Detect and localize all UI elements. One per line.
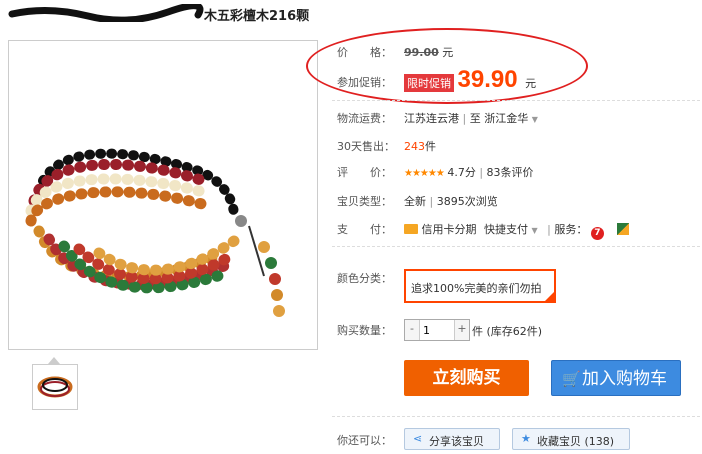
sales-label: 30天售出： — [337, 140, 395, 153]
product-main-image[interactable] — [8, 40, 318, 350]
stock-info: 件 (库存62件) — [472, 323, 542, 339]
view-count: 3895次浏览 — [436, 195, 498, 208]
consumer-guarantee-icon[interactable] — [617, 223, 630, 235]
thumbnail-pointer — [48, 357, 60, 364]
rating-info: ★★★★★ 4.7分 | 83条评价 — [404, 166, 534, 179]
promo-price-group: 限时促销 39.90 元 — [404, 66, 536, 94]
share-label: 分享该宝贝 — [429, 435, 484, 448]
sales-unit: 件 — [425, 140, 436, 153]
original-price-group: 99.00 元 — [404, 44, 453, 60]
share-icon: ⋖ — [413, 432, 423, 445]
shipping-label: 物流运费： — [337, 112, 392, 125]
quantity-input[interactable] — [420, 321, 454, 339]
quantity-label: 购买数量： — [337, 324, 392, 337]
add-to-cart-button[interactable]: 🛒 加入购物车 — [551, 360, 681, 396]
buy-now-button[interactable]: 立刻购买 — [404, 360, 529, 396]
type-label: 宝贝类型： — [337, 195, 392, 208]
divider — [332, 416, 700, 417]
color-label: 颜色分类： — [337, 272, 392, 285]
product-title: 木五彩檀木216颗 — [8, 4, 628, 22]
favorite-button[interactable]: ★ 收藏宝贝 (138) — [512, 428, 630, 450]
stock-count: (库存62件) — [486, 325, 543, 338]
rating-label: 评 价： — [337, 166, 392, 179]
share-button[interactable]: ⋖ 分享该宝贝 — [404, 428, 500, 450]
divider — [332, 246, 700, 247]
color-option-selected[interactable]: 追求100%完美的亲们勿拍 — [404, 269, 556, 303]
credit-installment-link[interactable]: 信用卡分期 — [422, 223, 477, 236]
fast-pay-link[interactable]: 快捷支付 — [484, 223, 528, 236]
promo-price-unit: 元 — [525, 77, 537, 90]
star-icon: ★ — [521, 432, 531, 445]
product-thumbnail[interactable] — [32, 364, 78, 410]
divider — [332, 100, 700, 101]
rating-stars-icon: ★★★★★ — [404, 168, 445, 179]
cart-icon: 🛒 — [562, 370, 581, 388]
shipping-from: 江苏连云港 — [404, 112, 459, 125]
color-option-text: 追求100%完美的亲们勿拍 — [411, 282, 542, 295]
favorite-label: 收藏宝贝 (138) — [537, 435, 615, 448]
quantity-stepper: - + — [404, 319, 470, 341]
share-row-label: 你还可以： — [337, 434, 392, 447]
product-title-text: 木五彩檀木216颗 — [204, 9, 310, 22]
credit-card-icon — [404, 224, 418, 234]
original-price-unit: 元 — [442, 46, 454, 59]
decrement-button[interactable]: - — [405, 320, 420, 340]
payment-label: 支 付： — [337, 223, 392, 236]
chevron-down-icon[interactable]: ▼ — [532, 226, 538, 235]
payment-info: 信用卡分期 快捷支付 ▼ | 服务： 7 — [404, 221, 630, 240]
shipping-info: 江苏连云港 | 至 浙江金华 ▼ — [404, 112, 538, 125]
bracelet-thumbnail-image — [37, 376, 73, 398]
promo-price: 39.90 — [457, 66, 518, 93]
quantity-unit: 件 — [472, 325, 483, 338]
shipping-dropdown-icon[interactable]: ▼ — [532, 115, 538, 124]
seven-day-return-icon[interactable]: 7 — [590, 227, 604, 240]
increment-button[interactable]: + — [454, 320, 469, 340]
rating-score: 4.7分 — [447, 166, 476, 179]
original-price: 99.00 — [404, 46, 439, 59]
price-label: 价 格： — [337, 46, 392, 59]
sales-info: 243件 — [404, 138, 436, 154]
shipping-to[interactable]: 浙江金华 — [484, 112, 528, 125]
services-label: 服务： — [554, 223, 588, 236]
bracelet-image — [25, 148, 285, 317]
item-condition: 全新 — [404, 195, 426, 208]
promo-label: 参加促销： — [337, 76, 392, 89]
sales-count: 243 — [404, 140, 425, 153]
promo-badge: 限时促销 — [404, 74, 454, 92]
type-info: 全新 | 3895次浏览 — [404, 195, 498, 208]
selected-check-icon — [545, 292, 554, 301]
shipping-sep: 至 — [469, 112, 481, 125]
add-to-cart-label: 加入购物车 — [582, 369, 667, 389]
reviews-link[interactable]: 83条评价 — [487, 166, 534, 179]
